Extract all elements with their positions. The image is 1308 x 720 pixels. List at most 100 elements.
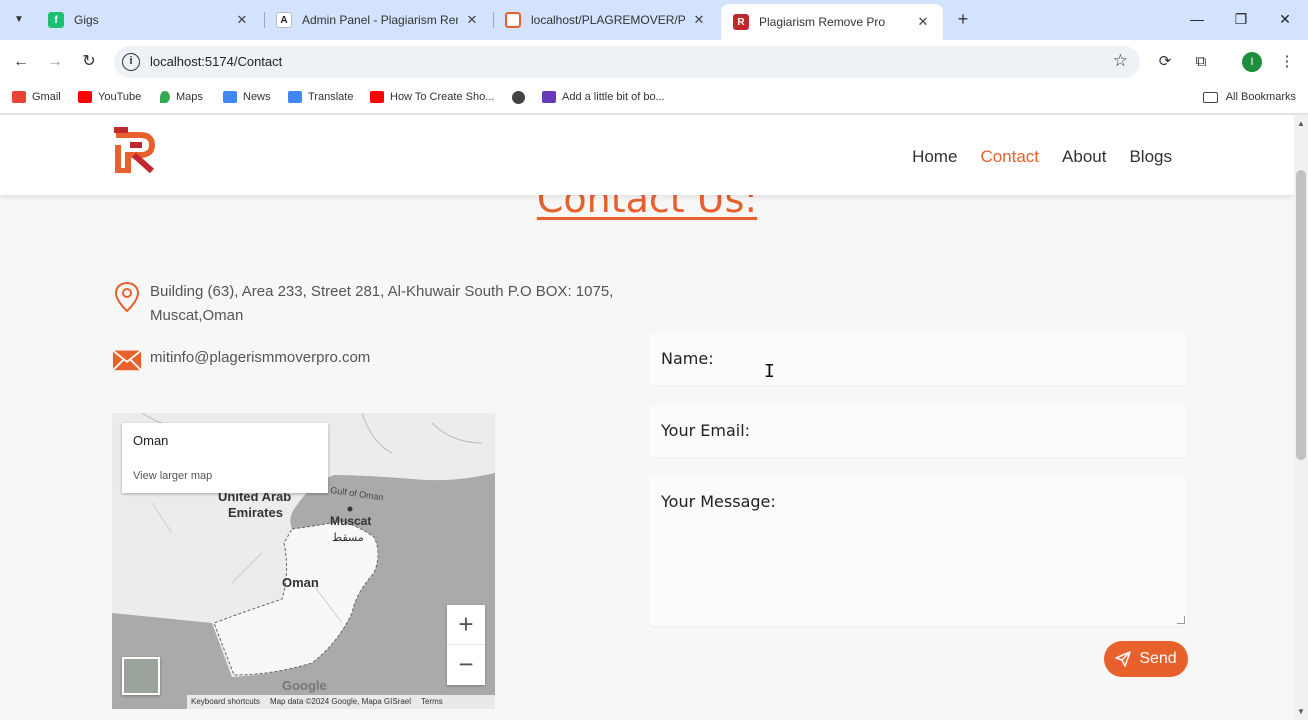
tab-title: Plagiarism Remove Pro	[759, 15, 886, 29]
scroll-down-icon[interactable]: ▼	[1297, 707, 1305, 716]
forward-icon[interactable]: →	[44, 51, 66, 73]
bookmark-globe[interactable]	[512, 91, 531, 104]
menu-kebab-icon[interactable]: ⋮	[1276, 51, 1298, 73]
tab-title: Gigs	[74, 13, 99, 27]
tab-title: Admin Panel - Plagiarism Remo	[302, 13, 458, 27]
nav-contact[interactable]: Contact	[980, 147, 1039, 167]
google-logo: Google	[282, 678, 327, 693]
nav-blogs[interactable]: Blogs	[1129, 147, 1172, 167]
email-field[interactable]: Your Email:	[649, 405, 1187, 457]
resize-handle[interactable]	[1177, 616, 1185, 624]
bookmark-how-to-create[interactable]: How To Create Sho...	[370, 91, 494, 103]
page-viewport: Home Contact About Blogs Contact Us: Bui…	[0, 115, 1294, 720]
bookmark-label: YouTube	[98, 91, 142, 103]
url-text[interactable]: localhost:5174/Contact	[150, 54, 282, 69]
bookmark-news[interactable]: News	[223, 91, 271, 103]
bookmark-label: How To Create Sho...	[390, 91, 495, 103]
terms-link[interactable]: Terms	[421, 695, 443, 709]
message-label: Your Message:	[661, 492, 776, 511]
fiverr-icon: f	[48, 12, 64, 28]
mail-icon	[112, 349, 142, 371]
text-cursor-icon: I	[764, 361, 775, 382]
map-layer-toggle[interactable]	[122, 657, 160, 695]
tab-gigs[interactable]: f Gigs ✕	[36, 4, 262, 36]
bookmark-label: Maps	[176, 91, 203, 103]
embedded-map[interactable]: United Arab Emirates Muscat مسقط Oman Gu…	[112, 413, 495, 709]
back-icon[interactable]: ←	[10, 51, 32, 73]
bookmark-youtube[interactable]: YouTube	[78, 91, 141, 103]
bookmark-label: News	[243, 91, 271, 103]
email-line: mitinfo@plagerismmoverpro.com	[112, 346, 650, 372]
site-logo[interactable]	[112, 125, 162, 173]
location-pin-icon	[114, 281, 140, 313]
send-button[interactable]: Send	[1104, 641, 1188, 677]
bookmark-label: Add a little bit of bo...	[562, 91, 665, 103]
tab-plagiarism-remove-pro[interactable]: R Plagiarism Remove Pro ✕	[721, 4, 943, 40]
bookmark-gmail[interactable]: Gmail	[12, 91, 61, 103]
profile-avatar[interactable]: I	[1242, 52, 1262, 72]
close-icon[interactable]: ✕	[691, 12, 707, 28]
extensions-icon[interactable]: ⧉	[1190, 51, 1212, 73]
tab-title: localhost/PLAGREMOVER/Page	[531, 13, 685, 27]
reload-icon[interactable]: ↻	[78, 51, 100, 73]
address-bar[interactable]: i localhost:5174/Contact ☆	[114, 46, 1140, 78]
map-label-uae-2: Emirates	[228, 505, 283, 520]
map-footer: Keyboard shortcuts Map data ©2024 Google…	[187, 695, 495, 709]
map-data-attribution: Map data ©2024 Google, Mapa GISrael	[269, 697, 412, 706]
site-info-icon[interactable]: i	[122, 53, 140, 71]
minimize-icon[interactable]: —	[1184, 8, 1210, 30]
site-nav: Home Contact About Blogs	[912, 147, 1172, 167]
zoom-in-button[interactable]: +	[447, 605, 485, 645]
map-info-card: Oman View larger map	[122, 423, 328, 493]
map-card-title: Oman	[133, 433, 169, 448]
close-icon[interactable]: ✕	[464, 12, 480, 28]
bookmark-add-little-bit[interactable]: Add a little bit of bo...	[542, 91, 665, 103]
view-larger-map-link[interactable]: View larger map	[133, 470, 212, 482]
restore-icon[interactable]: ❐	[1228, 8, 1254, 30]
bookmark-translate[interactable]: Translate	[288, 91, 353, 103]
nav-home[interactable]: Home	[912, 147, 957, 167]
new-tab-icon[interactable]: +	[952, 8, 974, 30]
paper-plane-icon	[1115, 651, 1132, 667]
gmail-icon	[12, 91, 26, 103]
send-label: Send	[1139, 650, 1177, 667]
close-icon[interactable]: ✕	[915, 14, 931, 30]
all-bookmarks[interactable]: All Bookmarks	[1202, 91, 1296, 103]
zoom-out-button[interactable]: −	[447, 645, 485, 685]
tab-search-icon[interactable]: ▼	[8, 8, 30, 30]
page-scrollbar[interactable]: ▲ ▼	[1294, 115, 1308, 720]
news-icon	[223, 91, 237, 103]
translate-icon	[288, 91, 302, 103]
maps-pin-icon	[160, 91, 170, 103]
map-zoom-control: + −	[447, 605, 485, 685]
tab-localhost-page[interactable]: localhost/PLAGREMOVER/Page ✕	[493, 4, 719, 36]
email-link[interactable]: mitinfo@plagerismmoverpro.com	[150, 346, 650, 372]
xampp-favicon-icon	[505, 12, 521, 28]
scrollbar-thumb[interactable]	[1296, 170, 1306, 460]
bookmark-star-icon[interactable]: ☆	[1113, 51, 1128, 71]
address-line: Building (63), Area 233, Street 281, Al-…	[112, 280, 650, 328]
site-header: Home Contact About Blogs	[0, 115, 1294, 195]
name-field[interactable]: Name:	[649, 333, 1187, 385]
youtube-icon	[78, 91, 92, 103]
scroll-up-icon[interactable]: ▲	[1297, 119, 1305, 128]
pr-favicon-icon: R	[733, 14, 749, 30]
nav-about[interactable]: About	[1062, 147, 1106, 167]
tab-admin-panel[interactable]: A Admin Panel - Plagiarism Remo ✕	[264, 4, 492, 36]
sync-icon[interactable]: ⟳	[1154, 51, 1176, 73]
map-label-muscat: Muscat	[330, 514, 371, 528]
message-field[interactable]: Your Message:	[649, 476, 1187, 626]
name-label: Name:	[661, 349, 714, 368]
window-close-icon[interactable]: ✕	[1272, 8, 1298, 30]
bookmarks-bar: Gmail YouTube Maps News Translate How To…	[0, 84, 1308, 114]
tab-strip: ▼ f Gigs ✕ A Admin Panel - Plagiarism Re…	[0, 0, 1308, 40]
close-icon[interactable]: ✕	[234, 12, 250, 28]
bookmark-maps[interactable]: Maps	[160, 91, 203, 103]
browser-toolbar: ← → ↻ i localhost:5174/Contact ☆ ⟳ ⧉ I ⋮	[0, 40, 1308, 84]
bookmark-label: Translate	[308, 91, 354, 103]
all-bookmarks-label: All Bookmarks	[1225, 91, 1296, 103]
keyboard-shortcuts-link[interactable]: Keyboard shortcuts	[191, 695, 260, 709]
map-label-oman: Oman	[282, 575, 319, 590]
admin-favicon-icon: A	[276, 12, 292, 28]
folder-icon	[1202, 91, 1218, 103]
